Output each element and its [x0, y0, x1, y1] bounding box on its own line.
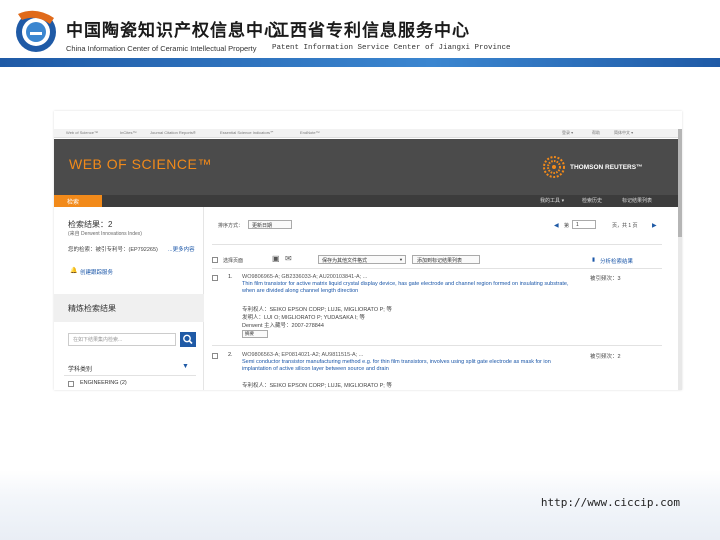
footer-url: http://www.ciccip.com	[540, 496, 680, 509]
record-title-link[interactable]: Semi conductor transistor manufacturing …	[242, 359, 572, 372]
topnav-item[interactable]: EndNote™	[300, 130, 320, 135]
slide: 中国陶瓷知识产权信息中心 江西省专利信息服务中心 China Informati…	[0, 0, 720, 540]
query-text: 您的检索：被引专利号：(EP792265)	[68, 247, 158, 253]
select-page-label: 选择页面	[223, 258, 244, 264]
record-cited-count: 被引频次：3	[590, 276, 621, 282]
analyze-results-link[interactable]: 分析检索结果	[600, 257, 633, 265]
wos-top-nav: Web of Science™ InCites™ Journal Citatio…	[54, 129, 682, 138]
create-alert-link[interactable]: 创建跟踪服务	[80, 268, 113, 276]
topnav-item[interactable]: Essential Science Indicators℠	[220, 130, 274, 135]
abstract-toggle-label: 摘要	[245, 331, 254, 336]
org-name-cn-2: 江西省专利信息服务中心	[272, 21, 470, 41]
record-derwent-number: Derwent 主入藏号：2007-278844	[242, 323, 324, 329]
marked-list-link[interactable]: 标记结果列表	[622, 197, 652, 204]
language-menu[interactable]: 简体中文 ▾	[614, 130, 633, 136]
help-link[interactable]: 帮助	[592, 130, 600, 136]
search-icon	[183, 334, 193, 345]
select-page-checkbox[interactable]	[212, 257, 218, 263]
category-item[interactable]: ENGINEERING (2)	[80, 380, 127, 386]
add-marked-label: 添加到标记结果列表	[417, 258, 463, 264]
ciccip-logo	[10, 4, 62, 56]
search-history-link[interactable]: 检索历史	[582, 197, 602, 204]
org-name-en-2: Patent Information Service Center of Jia…	[272, 44, 511, 52]
divider	[64, 375, 196, 376]
refine-search-button[interactable]	[180, 332, 196, 347]
topnav-item[interactable]: Web of Science™	[66, 130, 98, 135]
thomson-reuters-logo-icon	[542, 155, 566, 179]
refine-heading: 精炼检索结果	[68, 304, 116, 313]
record-assignee: 专利权人：SEIKO EPSON CORP; LUJE, MIGLIORATO …	[242, 307, 392, 313]
analyze-icon: ▮	[592, 257, 596, 263]
tab-search-label: 检索	[67, 199, 80, 206]
topnav-item[interactable]: InCites™	[120, 130, 136, 135]
scrollbar-thumb[interactable]	[678, 129, 682, 237]
divider	[212, 345, 662, 346]
page-value: 1	[576, 222, 579, 228]
divider	[212, 244, 662, 245]
topnav-item[interactable]: Journal Citation Reports®	[150, 130, 196, 135]
page-input[interactable]: 1	[572, 220, 596, 229]
record-cited-count: 被引频次：2	[590, 354, 621, 360]
bell-icon: 🔔	[70, 268, 78, 274]
divider	[212, 268, 662, 269]
wos-title[interactable]: WEB OF SCIENCE™	[69, 156, 212, 172]
refine-search-input[interactable]: 在如下结果集内检索...	[68, 333, 176, 346]
header-band	[0, 58, 720, 67]
next-page-icon[interactable]: ▶	[652, 222, 657, 229]
prev-page-icon[interactable]: ◀	[554, 222, 559, 229]
refine-search-placeholder: 在如下结果集内检索...	[73, 337, 123, 343]
record-index: 1.	[228, 274, 233, 280]
sort-value: 更新日期	[252, 223, 273, 229]
abstract-toggle-button[interactable]: 摘要	[242, 330, 268, 338]
org-name-cn-1: 中国陶瓷知识产权信息中心	[66, 21, 282, 41]
save-icon[interactable]: ▣	[272, 254, 280, 263]
record-inventor: 发明人：LUI O; MIGLIORATO P; YUDASAKA I; 等	[242, 315, 365, 321]
login-menu[interactable]: 登录 ▾	[562, 130, 573, 136]
page-total: 页，共 1 页	[612, 223, 638, 229]
slide-header: 中国陶瓷知识产权信息中心 江西省专利信息服务中心 China Informati…	[0, 0, 720, 62]
results-count: 检索结果：2	[68, 220, 113, 229]
record-patent-numbers: WO9806965-A; GB2336033-A; AU200103841-A;…	[242, 274, 368, 280]
page-label: 第	[564, 223, 570, 229]
category-checkbox[interactable]	[68, 381, 74, 387]
database-name: (来自 Derwent Innovations Index)	[68, 231, 142, 237]
category-collapse-icon[interactable]: ▼	[182, 363, 189, 370]
record-title-link[interactable]: Thin film transistor for active matrix l…	[242, 281, 572, 294]
add-marked-button[interactable]: 添加到标记结果列表	[412, 255, 480, 264]
email-icon[interactable]: ✉	[285, 254, 292, 263]
save-format-label: 保存为其他文件格式	[322, 258, 368, 264]
record-assignee: 专利权人：SEIKO EPSON CORP; LUJE, MIGLIORATO …	[242, 383, 392, 389]
chevron-down-icon: ▼	[399, 257, 403, 262]
category-heading: 学科类别	[68, 367, 93, 373]
wos-screenshot: Web of Science™ InCites™ Journal Citatio…	[54, 111, 682, 390]
sort-label: 排序方式：	[218, 223, 244, 229]
record-index: 2.	[228, 352, 233, 358]
org-name-en-1: China Information Center of Ceramic Inte…	[66, 44, 257, 53]
my-tools-menu[interactable]: 我的工具 ▾	[540, 197, 564, 204]
save-format-select[interactable]: 保存为其他文件格式 ▼	[318, 255, 406, 264]
tab-search[interactable]: 检索	[54, 195, 102, 207]
record-patent-numbers: WO9806563-A; EP0814021-A2; AU9811515-A; …	[242, 352, 364, 358]
sort-select[interactable]: 更新日期	[248, 220, 292, 229]
record-checkbox[interactable]	[212, 275, 218, 281]
record-checkbox[interactable]	[212, 353, 218, 359]
query-more-link[interactable]: ...更多内容	[168, 245, 195, 253]
publisher-name: THOMSON REUTERS™	[570, 164, 643, 171]
